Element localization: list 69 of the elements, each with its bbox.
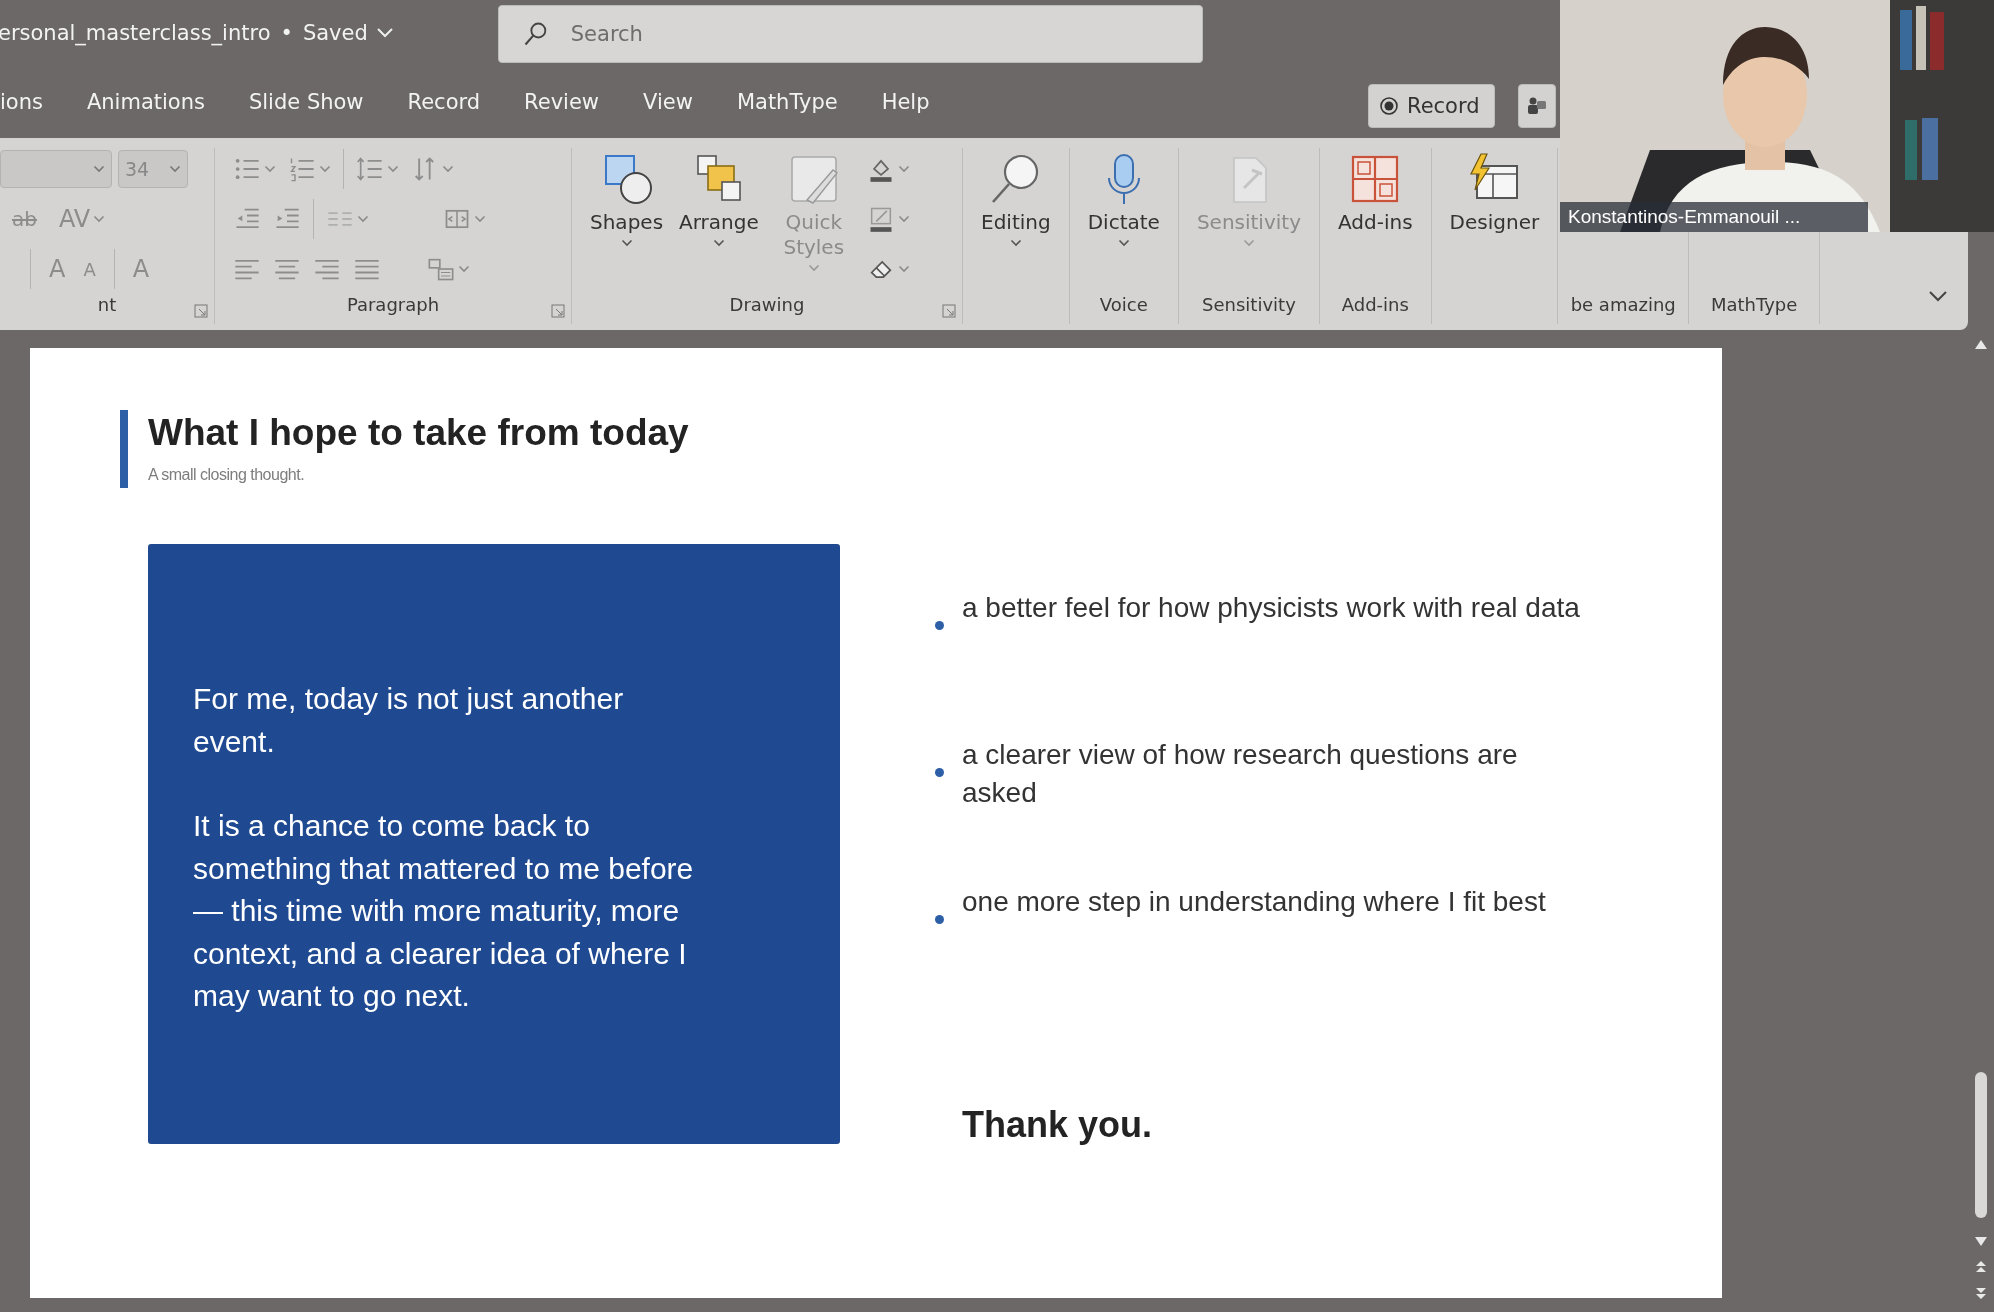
dialog-launcher-icon[interactable] bbox=[551, 304, 565, 318]
record-button[interactable]: Record bbox=[1368, 84, 1495, 128]
file-name: ersonal_masterclass_intro bbox=[0, 21, 271, 45]
bullet-text: one more step in understanding where I fit best bbox=[962, 885, 1547, 919]
slide-title: What I hope to take from today bbox=[148, 411, 689, 455]
caret-icon[interactable] bbox=[93, 165, 105, 173]
ribbon-tab[interactable]: Animations bbox=[86, 90, 205, 114]
camera-people-icon bbox=[1526, 95, 1548, 117]
font-name-dropdown[interactable] bbox=[0, 150, 112, 188]
ribbon-button[interactable]: Dictate bbox=[1079, 148, 1168, 247]
ribbon-tab[interactable]: MathType bbox=[736, 90, 838, 114]
caret-icon[interactable] bbox=[357, 215, 369, 223]
dialog-launcher-icon[interactable] bbox=[942, 304, 956, 318]
caret-icon[interactable] bbox=[442, 165, 454, 173]
group-label: nt bbox=[97, 294, 117, 315]
group-label: Voice bbox=[1099, 294, 1148, 315]
caret-icon[interactable] bbox=[319, 165, 331, 173]
ribbon-tab[interactable]: Slide Show bbox=[248, 90, 364, 114]
slide-subtitle: A small closing thought. bbox=[148, 466, 306, 484]
caret-icon[interactable] bbox=[264, 165, 276, 173]
caret-icon[interactable] bbox=[1117, 239, 1130, 247]
search-field[interactable]: Search bbox=[497, 5, 1203, 63]
caret-icon[interactable] bbox=[897, 215, 910, 223]
scroll-down-icon[interactable] bbox=[1973, 1234, 1989, 1248]
scroll-up-icon[interactable] bbox=[1973, 338, 1989, 352]
group-label: Paragraph bbox=[346, 294, 440, 315]
group-label: be amazing bbox=[1570, 294, 1676, 315]
caret-icon[interactable] bbox=[897, 265, 910, 273]
camera-button[interactable] bbox=[1518, 84, 1556, 128]
ribbon-tab[interactable]: ions bbox=[0, 90, 43, 114]
group-label: Add-ins bbox=[1341, 294, 1409, 315]
group-label: Sensitivity bbox=[1202, 294, 1296, 315]
ribbon-button[interactable]: Designer bbox=[1441, 148, 1548, 235]
caret-icon[interactable] bbox=[620, 239, 633, 247]
caret-icon[interactable] bbox=[897, 165, 910, 173]
ribbon-button[interactable]: Add-ins bbox=[1330, 148, 1421, 235]
caret-icon[interactable] bbox=[387, 165, 399, 173]
chevron-down-icon[interactable] bbox=[375, 27, 394, 39]
save-status[interactable]: Saved bbox=[302, 21, 368, 45]
bullet-text: a better feel for how physicists work with real data bbox=[962, 591, 1581, 625]
editing-button[interactable]: Editing bbox=[973, 148, 1059, 247]
separator-dot: • bbox=[280, 21, 293, 45]
caret-icon[interactable] bbox=[169, 165, 181, 173]
ribbon-button[interactable]: Shapes bbox=[582, 148, 672, 247]
closing-text: Thank you. bbox=[962, 1104, 1154, 1146]
bullet-dot bbox=[935, 915, 944, 924]
caret-icon[interactable] bbox=[712, 239, 725, 247]
participant-name: Konstantinos-Emmanouil ... bbox=[1560, 202, 1868, 232]
ribbon-tab[interactable]: View bbox=[643, 90, 693, 114]
caret-icon[interactable] bbox=[1009, 239, 1022, 247]
caret-icon[interactable] bbox=[474, 215, 486, 223]
card-paragraph: It is a chance to come back to something that mattered to me before — this time with more maturity, more context, and a clearer idea of where I may want to go next. bbox=[193, 808, 695, 1014]
group-label: MathType bbox=[1711, 294, 1798, 315]
bullet-text: a clearer view of how research questions are asked bbox=[962, 738, 1519, 810]
card-paragraph: For me, today is not just another event. bbox=[193, 681, 625, 760]
caret-icon[interactable] bbox=[458, 265, 470, 273]
ribbon-tab[interactable]: Record bbox=[407, 90, 481, 114]
record-icon bbox=[1379, 96, 1399, 116]
ribbon-tab[interactable]: Review bbox=[524, 90, 600, 114]
dialog-launcher-icon[interactable] bbox=[194, 304, 208, 318]
bullet-dot bbox=[935, 768, 944, 777]
scrollbar-thumb[interactable] bbox=[1975, 1072, 1987, 1218]
line-spacing-icon[interactable] bbox=[356, 155, 384, 183]
bullet-dot bbox=[935, 621, 944, 630]
collapse-chevron-icon[interactable] bbox=[1928, 290, 1948, 302]
ribbon-button[interactable]: Arrange bbox=[671, 148, 767, 247]
caret-icon[interactable] bbox=[93, 215, 106, 223]
ribbon-tab[interactable]: Help bbox=[881, 90, 930, 114]
group-label: Drawing bbox=[729, 294, 805, 315]
